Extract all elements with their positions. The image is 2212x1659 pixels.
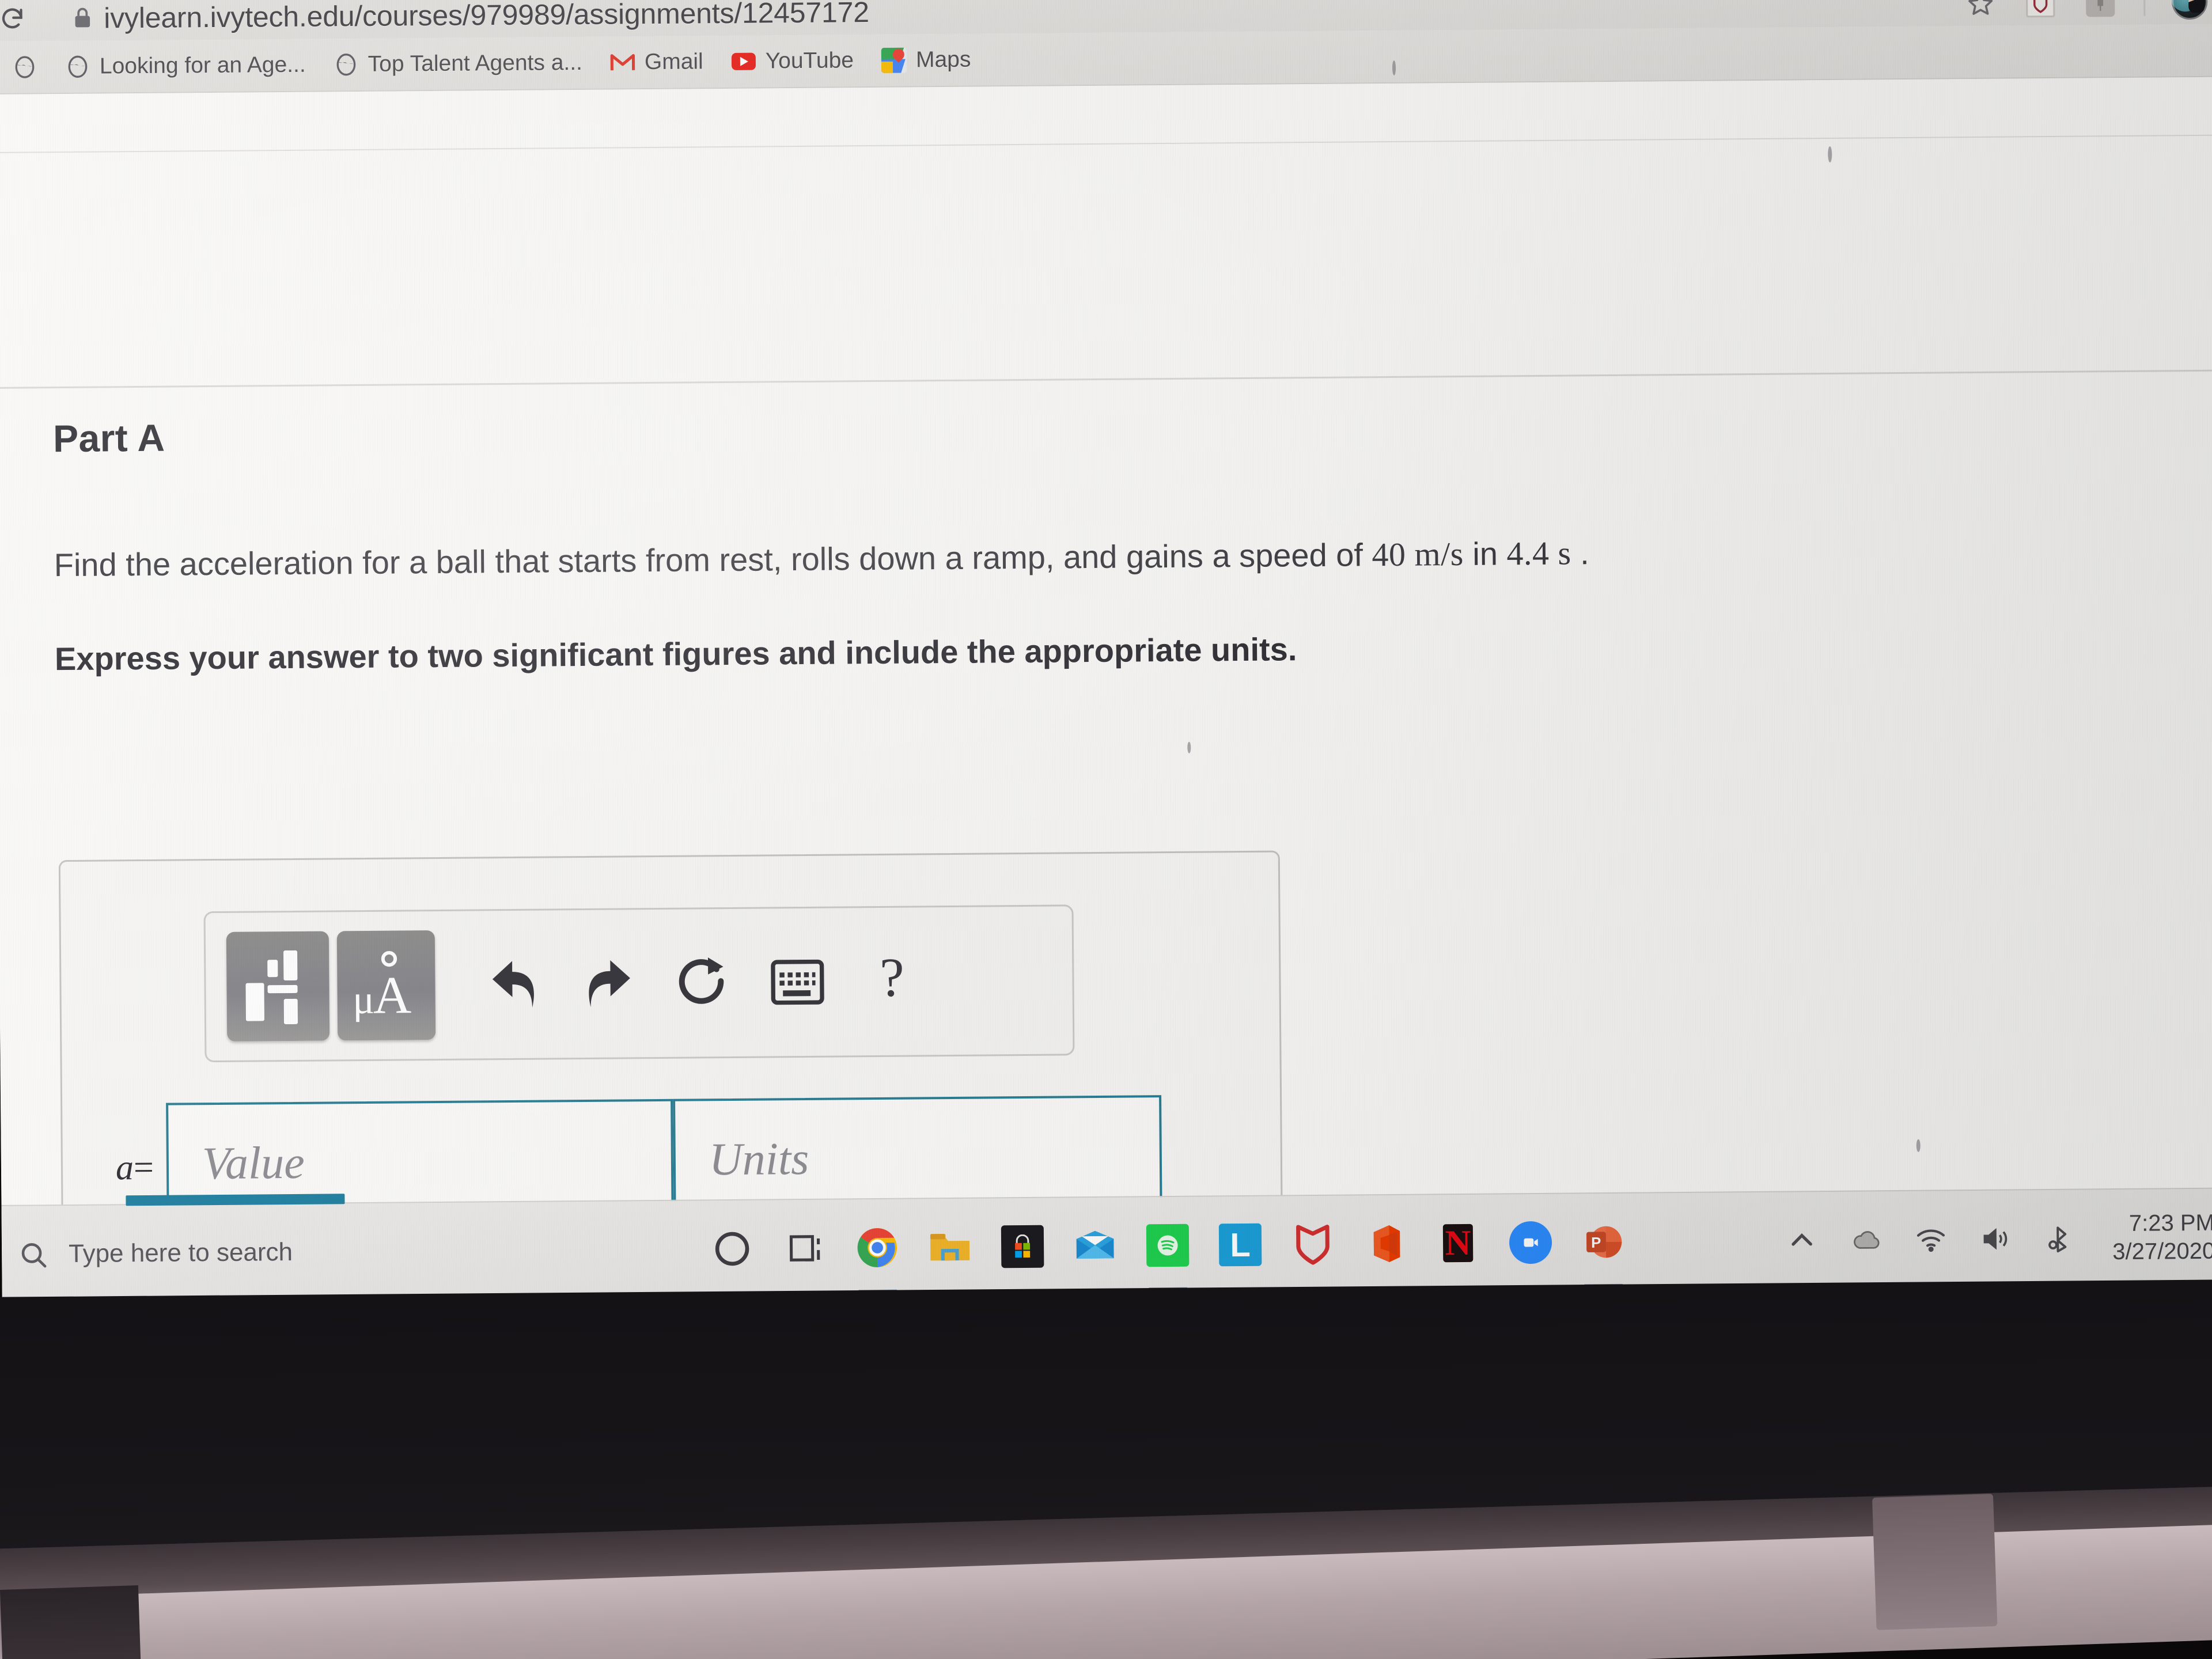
clock-date: 3/27/2020 [2112, 1238, 2212, 1265]
question-part-1: Find the acceleration for a ball that st… [54, 536, 1372, 584]
value-placeholder: Value [202, 1137, 305, 1189]
bookmark-item-looking-for-an-agent[interactable]: Looking for an Age... [51, 44, 320, 88]
assignment-page: Part A Find the acceleration for a ball … [0, 60, 2212, 1287]
undo-button[interactable] [471, 929, 558, 1039]
chrome-icon[interactable] [842, 1199, 912, 1297]
bookmark-label: Maps [915, 47, 971, 73]
laptop-screen-photo: ivylearn.ivytech.edu/courses/979989/assi… [0, 0, 2212, 1659]
bluetooth-headphone-icon[interactable] [2042, 1221, 2078, 1256]
bookmark-star-icon[interactable] [1964, 0, 1997, 20]
assignment-content: Part A Find the acceleration for a ball … [53, 400, 2191, 678]
template-formula-button[interactable] [226, 931, 330, 1041]
laptop-hinge-tab [1872, 1494, 1998, 1630]
bookmark-label: Looking for an Age... [99, 52, 306, 79]
question-part-2: in [1463, 535, 1507, 572]
answer-instruction: Express your answer to two significant f… [54, 631, 1297, 677]
laptop-foot [0, 1585, 142, 1659]
volume-icon[interactable] [1978, 1221, 2013, 1257]
search-input[interactable]: Type here to search [69, 1238, 293, 1268]
bookmark-label: Gmail [644, 49, 703, 75]
question-part-3: . [1571, 535, 1589, 571]
netflix-icon[interactable]: N [1423, 1194, 1493, 1293]
url-text[interactable]: ivylearn.ivytech.edu/courses/979989/assi… [104, 0, 869, 35]
profile-avatar[interactable] [2171, 0, 2208, 20]
help-button[interactable]: ? [849, 926, 935, 1036]
variable-label: a= [74, 1147, 167, 1188]
bookmark-item-gmail[interactable]: Gmail [596, 41, 717, 84]
reload-icon[interactable] [0, 2, 29, 35]
taskbar-clock[interactable]: 7:23 PM 3/27/2020 [2107, 1209, 2212, 1266]
bookmark-item-maps[interactable]: Maps [868, 39, 985, 81]
bookmark-item-top-talent-agents[interactable]: Top Talent Agents a... [319, 42, 596, 86]
globe-icon [334, 52, 359, 77]
toolbar-divider [2143, 0, 2146, 16]
lock-secure-icon[interactable] [73, 7, 92, 30]
youtube-icon [731, 49, 756, 74]
clock-time: 7:23 PM [2128, 1210, 2212, 1237]
file-explorer-icon[interactable] [915, 1198, 984, 1297]
show-hidden-icons-chevron[interactable] [1784, 1222, 1820, 1258]
cortana-circle-icon[interactable] [697, 1200, 767, 1298]
bookmark-label: Top Talent Agents a... [368, 50, 583, 77]
microsoft-store-icon[interactable] [987, 1198, 1057, 1296]
keyboard-button[interactable] [754, 927, 841, 1037]
taskbar-search[interactable]: Type here to search [63, 1194, 628, 1303]
variable-name: a [115, 1147, 134, 1187]
bookmark-item-youtube[interactable]: YouTube [717, 40, 868, 82]
dust-speck [1828, 146, 1832, 162]
zoom-icon[interactable] [1495, 1194, 1565, 1292]
equals-sign: = [133, 1147, 154, 1187]
mcafee-icon[interactable] [1278, 1195, 1347, 1294]
bookmark-item[interactable] [0, 46, 51, 88]
page-scroll-indicator [126, 1194, 345, 1206]
svg-text:P: P [1591, 1235, 1601, 1251]
powerpoint-icon[interactable]: P [1568, 1193, 1638, 1291]
page-title: Part A [52, 416, 165, 460]
svg-text:A: A [373, 965, 411, 1024]
globe-icon [65, 54, 90, 79]
dust-speck [1187, 741, 1191, 753]
question-math-speed: 40 m/s [1372, 535, 1464, 574]
onedrive-cloud-icon[interactable] [1849, 1222, 1884, 1257]
system-tray: 7:23 PM 3/27/2020 [1784, 1209, 2212, 1269]
units-mu-angstrom-button[interactable]: μ A [336, 930, 436, 1041]
dust-speck [1916, 1139, 1921, 1152]
ohio-shield-extension-icon[interactable] [2024, 0, 2057, 20]
redo-button[interactable] [565, 929, 652, 1039]
page-divider-section [0, 369, 2212, 389]
reset-button[interactable] [660, 928, 747, 1038]
mail-icon[interactable] [1060, 1197, 1130, 1296]
screen-surface: ivylearn.ivytech.edu/courses/979989/assi… [0, 0, 2212, 1303]
task-view-icon[interactable] [770, 1199, 839, 1298]
question-math-time: 4.4 s [1506, 534, 1571, 573]
netflix-letter: N [1442, 1224, 1474, 1263]
spotify-icon[interactable] [1132, 1196, 1202, 1295]
dust-speck [1392, 60, 1396, 75]
windows-start-icon[interactable] [2, 1240, 64, 1269]
grey-person-extension-icon[interactable] [2084, 0, 2117, 19]
question-text: Find the acceleration for a ball that st… [54, 529, 2190, 585]
svg-text:μ: μ [353, 978, 375, 1022]
gmail-icon [610, 50, 635, 75]
globe-icon [12, 54, 37, 79]
google-maps-icon [881, 47, 907, 73]
taskbar-app-icons: L N P [697, 1193, 1638, 1298]
wifi-icon[interactable] [1913, 1221, 1949, 1257]
office-icon[interactable] [1350, 1195, 1420, 1293]
answer-toolbar: μ A ? [203, 904, 1075, 1063]
bookmark-label: YouTube [765, 48, 854, 74]
lightroom-letter: L [1218, 1223, 1262, 1267]
page-divider-top [0, 134, 2212, 153]
lightroom-icon[interactable]: L [1205, 1196, 1275, 1294]
units-placeholder: Units [709, 1133, 809, 1185]
